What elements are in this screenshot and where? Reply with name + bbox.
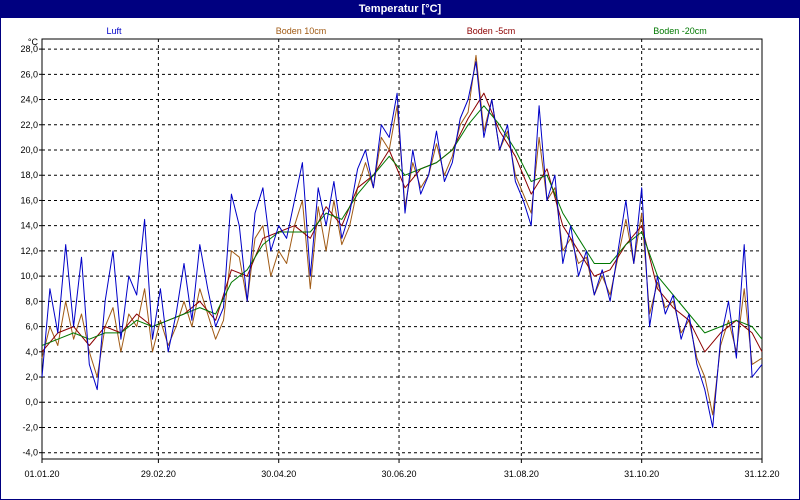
y-tick-label: 4,0	[25, 347, 38, 357]
y-tick-label: 0,0	[25, 397, 38, 407]
chart-window: Temperatur [°C] -4,0 -2,0 0,0 2,0 4,0 6,0 8,0 1…	[0, 0, 800, 500]
y-tick-label: -4,0	[22, 448, 38, 458]
x-tick-label: 29.02.20	[141, 469, 176, 479]
y-tick-label: 10,0	[20, 271, 38, 281]
x-tick-label: 31.08.20	[504, 469, 539, 479]
y-tick-label: 2,0	[25, 372, 38, 382]
legend: Luft Boden 10cm Boden -5cm Boden -20cm	[106, 26, 706, 36]
legend-entry-boden5: Boden -5cm	[467, 26, 516, 36]
y-axis-label: °C	[28, 37, 39, 47]
series-line-boden10	[41, 54, 763, 416]
series-line-luft	[41, 61, 763, 428]
y-tick-label: 6,0	[25, 322, 38, 332]
y-tick-label: 12,0	[20, 246, 38, 256]
x-tick-label: 30.06.20	[382, 469, 417, 479]
grid	[41, 39, 763, 459]
axes: -4,0 -2,0 0,0 2,0 4,0 6,0 8,0 10,0 12,0 14,0 16,0 1…	[20, 37, 779, 479]
y-tick-label: 24,0	[20, 95, 38, 105]
y-tick-label: 14,0	[20, 221, 38, 231]
y-tick-label: 22,0	[20, 120, 38, 130]
x-tick-label: 31.12.20	[744, 469, 779, 479]
legend-entry-luft: Luft	[106, 26, 122, 36]
series-lines	[41, 54, 763, 428]
y-tick-label: -2,0	[22, 422, 38, 432]
window-title: Temperatur [°C]	[1, 1, 799, 18]
x-tick-label: 31.10.20	[624, 469, 659, 479]
temperature-chart: -4,0 -2,0 0,0 2,0 4,0 6,0 8,0 10,0 12,0 14,0 16,0 1…	[20, 26, 779, 479]
series-line-boden5	[41, 92, 763, 353]
x-tick-label: 01.01.20	[24, 469, 59, 479]
y-tick-label: 8,0	[25, 296, 38, 306]
x-tick-label: 30.04.20	[261, 469, 296, 479]
legend-entry-boden20: Boden -20cm	[653, 26, 707, 36]
y-tick-label: 18,0	[20, 170, 38, 180]
y-tick-label: 16,0	[20, 195, 38, 205]
y-tick-label: 20,0	[20, 145, 38, 155]
plot-frame	[41, 38, 763, 460]
y-tick-label: 26,0	[20, 69, 38, 79]
legend-entry-boden10: Boden 10cm	[276, 26, 327, 36]
